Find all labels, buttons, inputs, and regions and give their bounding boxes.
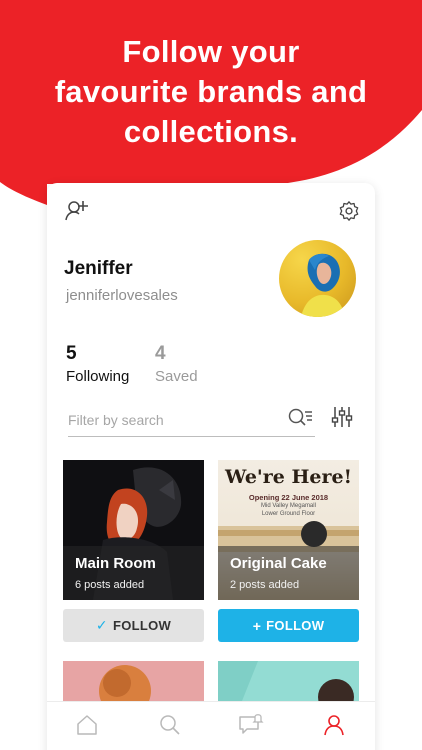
following-count: 5 bbox=[66, 343, 77, 364]
home-icon bbox=[77, 715, 97, 735]
profile-name: Jeniffer bbox=[64, 258, 133, 279]
collection-info: Main Room 6 posts added bbox=[63, 546, 204, 600]
bottom-tab-bar bbox=[47, 701, 375, 745]
collection-card-main-room[interactable]: Main Room 6 posts added bbox=[63, 460, 204, 600]
check-icon: ✓ bbox=[95, 617, 108, 633]
headline-line-2: favourite brands and bbox=[54, 74, 368, 109]
search-bar bbox=[68, 405, 315, 437]
settings-button[interactable] bbox=[335, 197, 363, 225]
collection-title: Original Cake bbox=[230, 555, 327, 572]
headline-line-3: collections. bbox=[123, 114, 299, 149]
headline-line-1: Follow your bbox=[122, 34, 300, 69]
collection-post-count: 2 posts added bbox=[230, 579, 300, 591]
plus-icon: + bbox=[252, 617, 262, 634]
profile-icon bbox=[324, 715, 344, 736]
search-input[interactable] bbox=[68, 407, 268, 433]
follow-button[interactable]: + FOLLOW bbox=[218, 609, 359, 642]
search-icon bbox=[160, 715, 180, 735]
following-button[interactable]: ✓ FOLLOW bbox=[63, 609, 204, 642]
following-button-label: FOLLOW bbox=[112, 618, 172, 633]
tab-profile[interactable] bbox=[321, 712, 347, 738]
promo-headline: Follow your favourite brands and collect… bbox=[0, 32, 422, 152]
add-user-button[interactable] bbox=[63, 197, 91, 225]
collection-info: Original Cake 2 posts added bbox=[218, 546, 359, 600]
stat-saved[interactable]: 4 Saved bbox=[155, 343, 198, 385]
filter-sliders-icon[interactable] bbox=[331, 405, 355, 429]
following-label: Following bbox=[66, 368, 130, 385]
avatar[interactable] bbox=[279, 240, 356, 317]
avatar-photo-icon bbox=[301, 253, 345, 317]
tab-search[interactable] bbox=[157, 712, 183, 738]
collection-card-original-cake[interactable]: We're Here! Opening 22 June 2018 Mid Val… bbox=[218, 460, 359, 600]
chat-bell-icon bbox=[239, 714, 264, 734]
gear-icon bbox=[339, 201, 359, 221]
stat-following[interactable]: 5 Following bbox=[66, 343, 129, 385]
collection-post-count: 6 posts added bbox=[75, 579, 145, 591]
tab-home[interactable] bbox=[74, 712, 100, 738]
profile-card: Jeniffer jenniferlovesales 5 Following 4… bbox=[47, 183, 375, 750]
saved-label: Saved bbox=[155, 368, 198, 385]
follow-button-label: FOLLOW bbox=[266, 618, 325, 633]
collection-title: Main Room bbox=[75, 555, 156, 572]
profile-handle: jenniferlovesales bbox=[66, 287, 178, 304]
saved-count: 4 bbox=[155, 343, 166, 364]
search-icon[interactable] bbox=[287, 407, 313, 431]
tab-notifications[interactable] bbox=[238, 712, 264, 738]
add-user-icon bbox=[65, 201, 88, 221]
